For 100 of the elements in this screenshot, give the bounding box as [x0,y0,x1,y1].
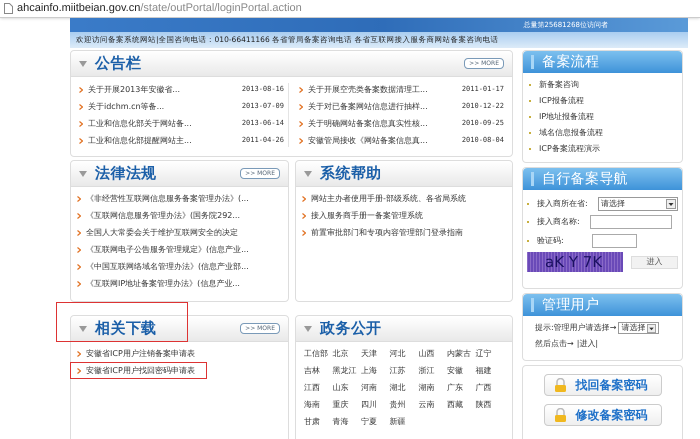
law-link[interactable]: 《非经营性互联网信息服务备案管理办法》(... [86,193,249,205]
panel-title: 法律法规 [95,163,156,184]
chevron-icon [299,86,303,92]
chevron-icon [77,350,81,356]
notice-link[interactable]: 关于idchm.cn等备... [88,100,164,112]
region-link[interactable]: 工信部 [304,347,333,360]
help-link[interactable]: 网站主办者使用手册-部级系统、各省局系统 [311,193,466,205]
process-link[interactable]: ICP备案流程演示 [539,142,600,154]
region-link[interactable]: 河北 [390,347,418,360]
download-link[interactable]: 安徽省ICP用户找回密码申请表 [86,364,195,376]
enter-link[interactable]: |进入| [576,338,598,350]
law-link[interactable]: 《互联网IP地址备案管理办法》(信息产业... [86,278,240,290]
region-link[interactable]: 黑龙江 [332,364,362,377]
notice-link[interactable]: 关于对已备案网站信息进行抽样... [308,100,428,112]
hint-text: 然后点击→ [535,338,574,350]
law-link[interactable]: 全国人大常委会关于维护互联网安全的决定 [86,227,238,239]
download-link[interactable]: 安徽省ICP用户注销备案申请表 [86,348,195,360]
notice-link[interactable]: 工业和信息化部提醒网站主... [88,134,192,146]
region-link[interactable]: 湖北 [390,381,418,394]
field-label: 验证码: [537,235,565,247]
dropdown-icon [647,324,656,332]
panel-title: 公告栏 [95,53,142,74]
chevron-icon [302,230,306,236]
help-link[interactable]: 前置审批部门和专项内容管理部门登录指南 [311,227,463,239]
notice-link[interactable]: 关于开展空壳类备案数据清理工... [308,84,428,96]
help-link[interactable]: 接入服务商手册一备案管理系统 [311,210,423,222]
region-link[interactable]: 陕西 [475,398,504,411]
region-link[interactable]: 上海 [361,364,390,377]
panel-title: 备案流程 [542,52,600,72]
law-link[interactable]: 《互联网信息服务管理办法》(国务院292... [86,210,240,222]
notice-link[interactable]: 安徽管局接收《网站备案信息真... [308,134,428,146]
region-link[interactable]: 福建 [475,364,504,377]
field-label: 接入商所在省: [537,198,589,210]
chevron-icon [77,264,81,270]
region-link[interactable]: 青海 [332,415,362,428]
process-link[interactable]: 域名信息报备流程 [539,126,603,138]
chevron-icon [79,138,83,144]
panel-title: 相关下载 [95,318,156,340]
region-link[interactable]: 浙江 [418,364,447,377]
chevron-icon [77,281,81,287]
triangle-icon [304,326,312,332]
page-icon [4,3,13,14]
panel-title: 政务公开 [320,318,382,340]
region-link[interactable]: 宁夏 [361,415,390,428]
chevron-icon [79,86,83,92]
law-link[interactable]: 《互联网电子公告服务管理规定》(信息产业... [86,244,249,256]
region-link[interactable]: 天津 [361,347,390,360]
hint-text: 提示:管理用户请选择→ [535,322,616,334]
panel-title: 管理用户 [542,296,600,314]
user-select[interactable]: 请选择 [618,322,660,334]
region-link[interactable]: 吉林 [304,364,333,377]
chevron-icon [79,120,83,126]
password-button[interactable]: 修改备案密码 [544,404,662,426]
notice-link[interactable]: 关于明确网站备案信息真实性核... [308,118,428,130]
address-bar[interactable]: ahcainfo.miitbeian.gov.cn/state/outPortal/loginPortal.action [0,0,700,18]
chevron-icon [77,247,81,253]
region-link[interactable]: 西藏 [446,398,476,411]
lock-icon [552,378,568,392]
name-input[interactable] [590,215,672,229]
region-link[interactable]: 山西 [418,347,447,360]
captcha-input[interactable] [592,234,637,248]
region-link[interactable]: 江西 [304,381,333,394]
notice-link[interactable]: 关于开展2013年安徽省... [88,84,180,96]
chevron-icon [79,104,83,110]
process-link[interactable]: 新备案咨询 [539,78,579,90]
region-link[interactable]: 安徽 [446,364,476,377]
region-link[interactable]: 内蒙古 [446,347,476,360]
panel-title: 系统帮助 [320,163,382,184]
region-link[interactable]: 新疆 [390,415,418,428]
region-link[interactable]: 重庆 [332,398,362,411]
region-link[interactable]: 湖南 [418,381,447,394]
region-link[interactable]: 北京 [332,347,362,360]
password-button[interactable]: 找回备案密码 [544,374,662,396]
region-link[interactable]: 四川 [361,398,390,411]
region-link[interactable]: 江苏 [390,364,418,377]
chevron-icon [77,368,81,374]
triangle-icon [304,170,312,176]
region-link[interactable]: 云南 [418,398,447,411]
province-select[interactable]: 请选择 [598,196,678,210]
region-link[interactable]: 广东 [446,381,476,394]
triangle-icon [79,170,87,176]
enter-button[interactable]: 进入 [630,256,678,268]
region-link[interactable]: 广西 [475,381,504,394]
dropdown-icon [666,198,676,208]
process-link[interactable]: ICP报备流程 [539,94,584,106]
process-link[interactable]: IP地址报备流程 [539,110,594,122]
chevron-icon [299,138,303,144]
captcha-image: aK Y 7K [527,252,623,272]
chevron-icon [299,104,303,110]
triangle-icon [79,60,87,66]
url-text: ahcainfo.miitbeian.gov.cn/state/outPortal/loginPortal.action [17,1,302,16]
region-link[interactable]: 甘肃 [304,415,333,428]
law-link[interactable]: 《中国互联网络域名管理办法》(信息产业部... [86,261,249,273]
region-link[interactable]: 河南 [361,381,390,394]
region-link[interactable]: 贵州 [390,398,418,411]
notice-link[interactable]: 工业和信息化部关于网站备... [88,118,192,130]
triangle-icon [79,326,87,332]
region-link[interactable]: 山东 [332,381,362,394]
region-link[interactable]: 辽宁 [475,347,504,360]
region-link[interactable]: 海南 [304,398,333,411]
